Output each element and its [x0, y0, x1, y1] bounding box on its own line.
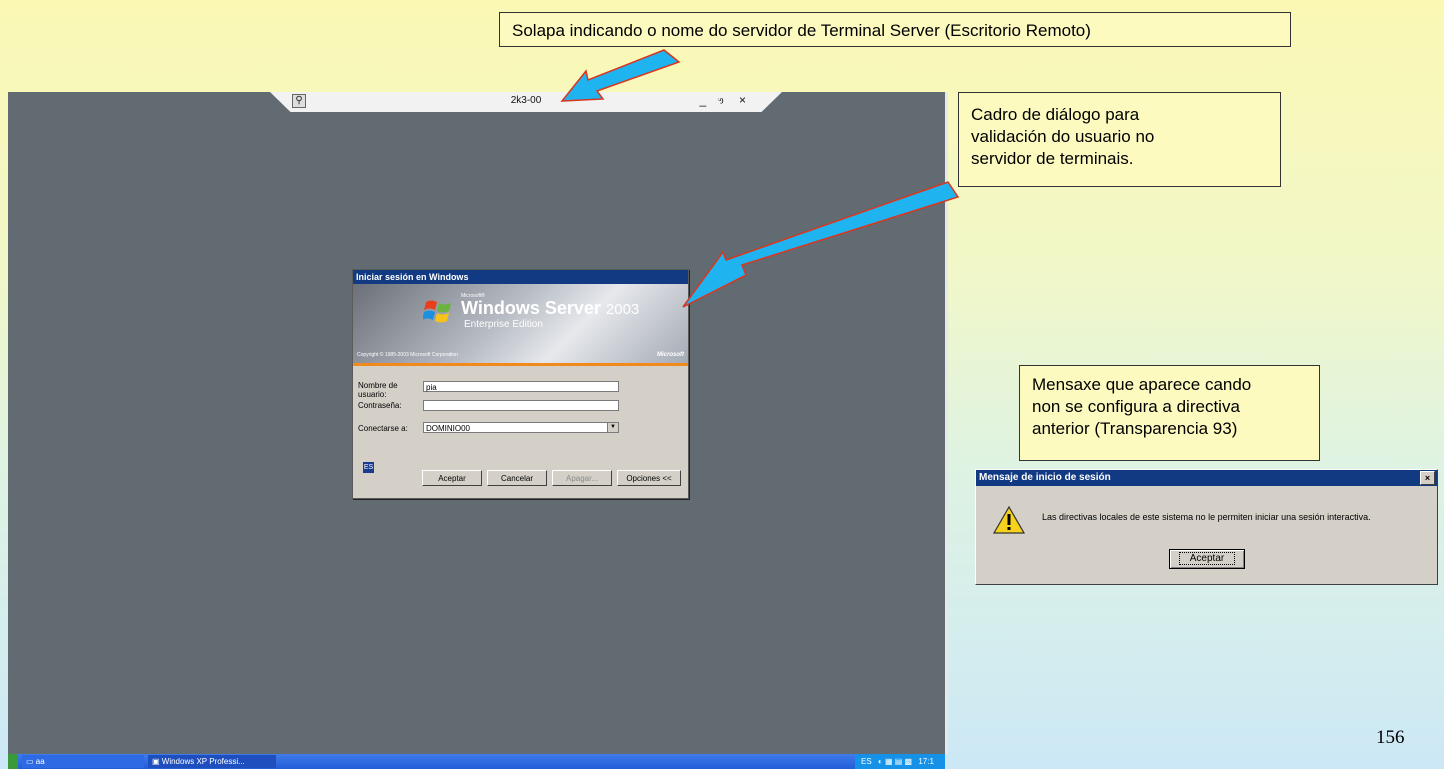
arrow-to-server-tab: [560, 49, 681, 102]
arrow-to-logon-dialog: [682, 181, 960, 308]
annotation-arrows: [560, 49, 960, 308]
